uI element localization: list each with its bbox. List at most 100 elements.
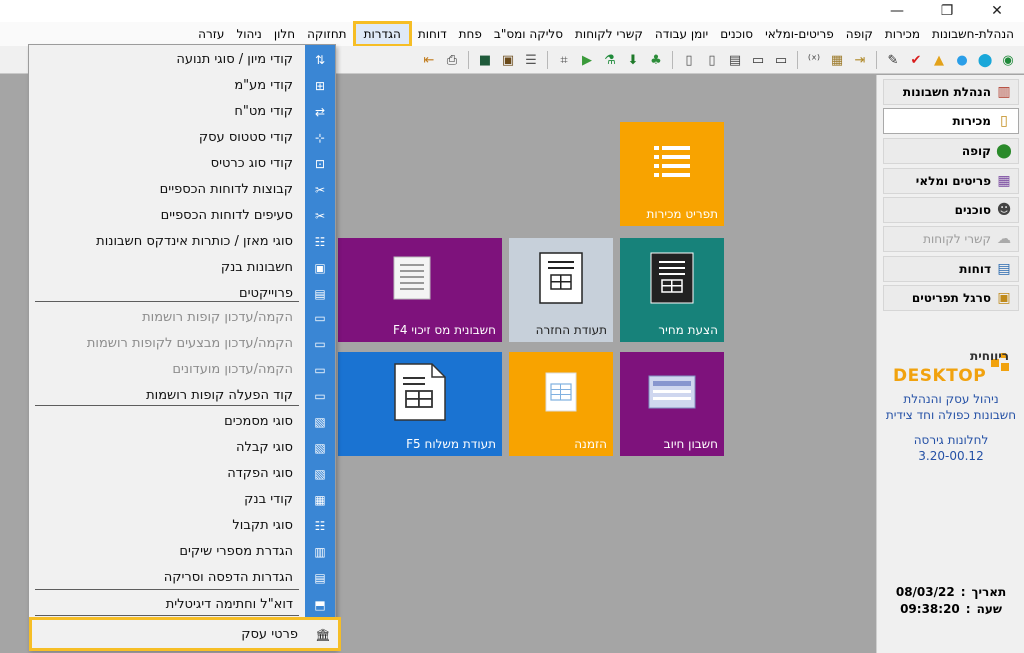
menu-item-projects[interactable]: ▤ פרוייקטים [29,281,335,307]
book-icon[interactable]: ■ [475,50,495,70]
tile-credit-invoice[interactable]: חשבונית מס זיכוי F4 [338,238,502,342]
menu-item-label: סוגי מסמכים [224,414,293,429]
toolbar-separator [547,51,548,69]
tile-price-quote[interactable]: הצעת מחיר [620,238,724,342]
menu-item-status-codes[interactable]: ⊹ קודי סטטוס עסק [29,125,335,151]
menu-item-card-type-codes[interactable]: ⊡ קודי סוג כרטיס [29,151,335,177]
download-icon[interactable]: ⬇ [623,50,643,70]
play-icon[interactable]: ▶ [577,50,597,70]
bank-codes-icon: ▦ [314,493,326,507]
menu-item-currency-codes[interactable]: ⇄ קודי מט"ח [29,99,335,125]
checkmark-icon[interactable]: ✔ [906,50,926,70]
nav-reports[interactable]: ▤ דוחות [883,256,1019,282]
card-icon[interactable]: ▭ [771,50,791,70]
tile-return-doc[interactable]: תעודת החזרה [509,238,613,342]
deposit-types-icon: ▧ [314,467,326,481]
menu-item-balance-types[interactable]: ☷ סוגי מאזן / כותרות אינדקס חשבונות [29,229,335,255]
list-icon[interactable]: ☰ [521,50,541,70]
menu-item-report-sections[interactable]: ✂ סעיפים לדוחות הכספיים [29,203,335,229]
sections-icon: ✂ [314,209,326,223]
menu-item-payment-types[interactable]: ☷ סוגי תקבול [29,513,335,539]
menu-crm[interactable]: קשרי לקוחות [569,23,649,45]
brush-icon[interactable]: ✎ [883,50,903,70]
close-button[interactable]: ✕ [974,0,1020,22]
nav-label: סוכנים [954,203,991,217]
menu-clearing[interactable]: סליקה ומס"ב [488,23,569,45]
tile-delivery-doc[interactable]: תעודת משלוח F5 [338,352,502,456]
nav-sales[interactable]: ▯ מכירות [883,108,1019,134]
menu-item-print-scan[interactable]: ▤ הגדרות הדפסה וסריקה [29,565,335,591]
menu-window[interactable]: חלון [268,23,301,45]
grid-icon[interactable]: ⌗ [554,50,574,70]
menu-item-label: קודי מע"מ [234,78,293,93]
document-icon[interactable]: ▯ [702,50,722,70]
menu-inventory[interactable]: פריטים-ומלאי [759,23,840,45]
nav-inventory[interactable]: ▦ פריטים ומלאי [883,168,1019,194]
menu-agents[interactable]: סוכנים [714,23,759,45]
menu-item-bank-codes[interactable]: ▦ קודי בנק [29,487,335,513]
warning-icon[interactable]: ▲ [929,50,949,70]
flask-icon[interactable]: ⚗ [600,50,620,70]
nav-menu-bar[interactable]: ▣ סרגל תפריטים [883,285,1019,311]
time-value: 09:38:20 [900,602,960,616]
menu-item-report-groups[interactable]: ✂ קבוצות לדוחות הכספיים [29,177,335,203]
formula-icon[interactable]: ⁽ˣ⁾ [804,50,824,70]
menu-item-register-promotions: ▭ הקמה/עדכון מבצעים לקופות רושמות [29,331,335,357]
menu-sales[interactable]: מכירות [879,23,926,45]
menu-item-deposit-types[interactable]: ▧ סוגי הפקדה [29,461,335,487]
nav-accounting[interactable]: ▥ הנהלת חשבונות [883,79,1019,105]
calendar-icon[interactable]: ▤ [725,50,745,70]
logo-top-text: ריווחית [970,349,1009,363]
menu-item-label: קודי בנק [244,492,293,507]
inventory-icon: ▦ [997,173,1011,189]
menu-accounting[interactable]: הנהלת-חשבונות [926,23,1020,45]
menu-worklog[interactable]: יומן עבודה [649,23,714,45]
menu-reports[interactable]: דוחות [412,23,453,45]
menu-item-label: סעיפים לדוחות הכספיים [160,208,293,223]
menu-item-clubs: ▭ הקמה/עדכון מועדונים [29,357,335,383]
check-numbers-icon: ▥ [314,545,326,559]
credit-invoice-icon [393,256,431,300]
vat-icon: ⊞ [314,79,326,93]
plant-icon[interactable]: ♣ [646,50,666,70]
film-icon[interactable]: ▣ [498,50,518,70]
tile-sales-menu[interactable]: תפריט מכירות [620,122,724,226]
menu-management[interactable]: ניהול [230,23,267,45]
calculator-icon[interactable]: ▦ [827,50,847,70]
tile-debit-account[interactable]: חשבון חיוב [620,352,724,456]
menu-cashbox[interactable]: קופה [840,23,879,45]
product-logo: ריווחית DESKTOP [881,347,1021,393]
menu-item-registers: ▭ הקמה/עדכון קופות רושמות [29,305,335,331]
nav-cashbox[interactable]: ⬤ קופה [883,138,1019,164]
menu-item-document-types[interactable]: ▧ סוגי מסמכים [29,409,335,435]
menu-item-receipt-types[interactable]: ▧ סוגי קבלה [29,435,335,461]
online-circle-icon[interactable]: ● [952,50,972,70]
date-colon: : [960,585,966,599]
maximize-button[interactable]: ❐ [924,0,970,22]
menu-depreciation[interactable]: פחת [453,23,488,45]
card2-icon[interactable]: ▭ [748,50,768,70]
menu-item-check-numbers[interactable]: ▥ הגדרת מספרי שיקים [29,539,335,565]
menu-item-sort-codes[interactable]: ⇅ קודי מיון / סוגי תנועה [29,47,335,73]
exit-icon[interactable]: ⇤ [419,50,439,70]
sidebar-icon[interactable]: ⇥ [850,50,870,70]
menu-item-bank-accounts[interactable]: ▣ חשבונות בנק [29,255,335,281]
menu-maintenance[interactable]: תחזוקה [301,23,353,45]
menu-item-business-details[interactable]: 🏛 פרטי עסק [29,617,341,651]
delivery-doc-icon [394,362,446,421]
minimize-button[interactable]: — [874,0,920,22]
print-icon[interactable]: ⎙ [442,50,462,70]
doc-types-icon: ▧ [314,415,326,429]
nav-agents[interactable]: ☻ סוכנים [883,197,1019,223]
toolbar-separator [876,51,877,69]
menu-item-vat-codes[interactable]: ⊞ קודי מע"מ [29,73,335,99]
menu-item-label: הקמה/עדכון מבצעים לקופות רושמות [86,336,293,351]
tile-order[interactable]: הזמנה [509,352,613,456]
page-icon[interactable]: ▯ [679,50,699,70]
menu-help[interactable]: עזרה [192,23,230,45]
menu-settings[interactable]: הגדרות [352,21,412,47]
edit-badge-icon[interactable]: ⬤ [975,50,995,70]
online-icon[interactable]: ◉ [998,50,1018,70]
menu-item-label: קודי מט"ח [234,104,293,119]
tile-label: תעודת משלוח F5 [406,437,496,451]
